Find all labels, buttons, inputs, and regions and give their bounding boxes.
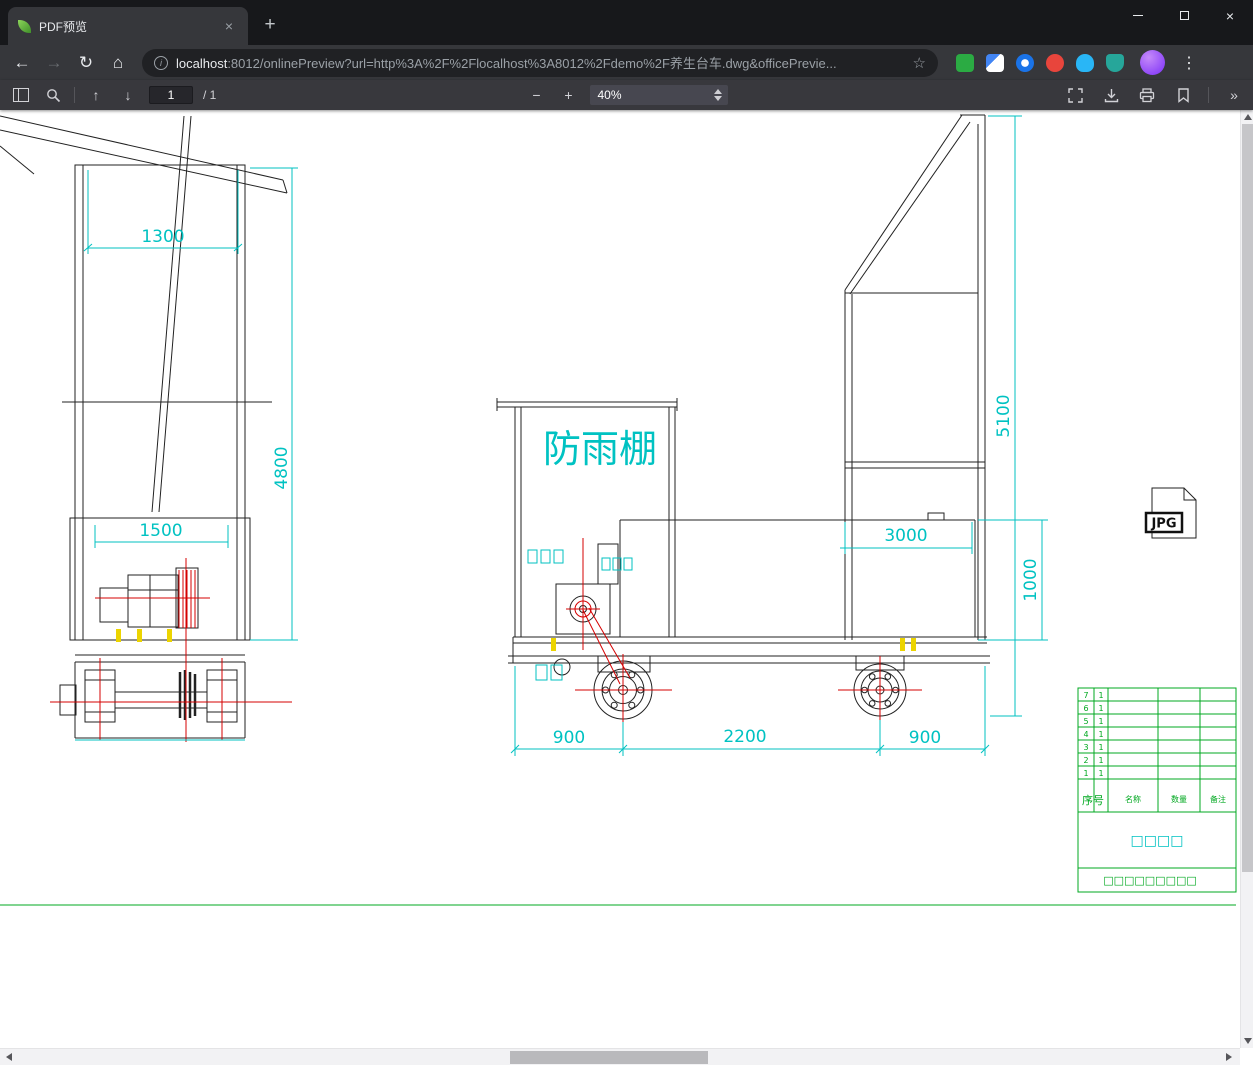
back-icon[interactable]: ←	[8, 49, 36, 77]
canopy-label: 防雨棚	[543, 427, 657, 471]
bom-row-qty: 1	[1098, 743, 1103, 752]
bom-header-remark: 备注	[1210, 794, 1226, 804]
vertical-scrollbar[interactable]	[1240, 110, 1253, 1048]
more-tools-icon[interactable]: »	[1223, 84, 1245, 106]
browser-tab[interactable]: PDF预览 ×	[8, 7, 248, 45]
title-block-bottom-text: □□□□□□□□□	[1103, 874, 1197, 887]
page-number-input[interactable]	[149, 86, 193, 104]
maximize-icon	[1179, 11, 1189, 20]
dim-label-5100: 5100	[994, 394, 1014, 437]
zoom-out-icon[interactable]: −	[526, 84, 548, 106]
bom-row-no: 5	[1083, 717, 1088, 726]
bom-row-no: 1	[1083, 769, 1088, 778]
search-icon[interactable]	[42, 84, 64, 106]
dim-label-1500: 1500	[139, 521, 182, 541]
fullscreen-icon[interactable]	[1064, 84, 1086, 106]
bookmark-star-icon[interactable]: ☆	[913, 54, 926, 72]
scroll-up-arrow[interactable]	[1241, 110, 1253, 124]
scroll-left-arrow[interactable]	[2, 1050, 15, 1064]
bom-row-no: 7	[1083, 691, 1088, 700]
tab-title: PDF预览	[39, 19, 88, 34]
minimize-button[interactable]	[1115, 0, 1161, 31]
sidebar-toggle-icon[interactable]	[10, 84, 32, 106]
url-path: :8012/onlinePreview?url=http%3A%2F%2Floc…	[227, 56, 837, 71]
bom-row-qty: 1	[1098, 691, 1103, 700]
title-block-center-text: □□□□	[1131, 833, 1184, 849]
bom-row-qty: 1	[1098, 730, 1103, 739]
front-view-drawing: 1300 4800 1500	[0, 115, 298, 742]
title-block: 7 6 5 4 3 2 1 1 1 1 1 1 1 1 序号 名称 数量 备注 …	[1077, 687, 1237, 893]
bookmark-icon[interactable]	[1172, 84, 1194, 106]
browser-titlebar: PDF预览 × + ×	[0, 0, 1253, 45]
dim-label-1300: 1300	[141, 227, 184, 247]
browser-menu-icon[interactable]: ⋮	[1177, 53, 1201, 73]
home-icon[interactable]: ⌂	[104, 49, 132, 77]
side-view-drawing: 防雨棚 3000 1000 5100 900 2200 900	[496, 114, 1048, 756]
maximize-button[interactable]	[1161, 0, 1207, 31]
dim-label-900-left: 900	[553, 728, 585, 748]
jpg-icon-label: JPG	[1150, 517, 1176, 532]
dim-label-2200: 2200	[723, 727, 766, 747]
jpg-file-icon: JPG	[1144, 487, 1197, 539]
page-up-icon[interactable]: ↑	[85, 84, 107, 106]
reload-icon[interactable]: ↻	[72, 49, 100, 77]
url-host: localhost	[176, 56, 228, 71]
dim-label-4800: 4800	[272, 446, 292, 489]
download-icon[interactable]	[1100, 84, 1122, 106]
extension-icon-1[interactable]	[956, 53, 974, 72]
new-tab-button[interactable]: +	[258, 14, 282, 36]
bom-row-no: 4	[1083, 730, 1088, 739]
page-down-icon[interactable]: ↓	[117, 84, 139, 106]
bom-row-qty: 1	[1098, 717, 1103, 726]
toolbar-zoom-group: − + 40%	[526, 84, 728, 106]
zoom-in-icon[interactable]: +	[558, 84, 580, 106]
pdf-page-content: 1300 4800 1500 防雨棚 3000 1000 5100 900 22…	[0, 110, 1253, 1079]
toolbar-divider	[74, 87, 75, 103]
url-text: localhost:8012/onlinePreview?url=http%3A…	[176, 53, 905, 72]
bom-row-qty: 1	[1098, 769, 1103, 778]
spring-leaf-favicon	[18, 19, 31, 33]
profile-avatar[interactable]	[1140, 50, 1165, 75]
extension-icon-2[interactable]	[986, 53, 1004, 72]
bom-row-no: 2	[1083, 756, 1088, 765]
dim-label-1000: 1000	[1021, 558, 1041, 601]
toolbar-divider	[1208, 87, 1209, 103]
print-icon[interactable]	[1136, 84, 1158, 106]
extension-icon-5[interactable]	[1076, 53, 1094, 72]
bom-row-no: 3	[1083, 743, 1088, 752]
zoom-level-value: 40%	[597, 88, 622, 102]
url-bar[interactable]: i localhost:8012/onlinePreview?url=http%…	[142, 48, 938, 77]
extension-icon-3[interactable]	[1016, 53, 1034, 72]
scroll-right-arrow[interactable]	[1222, 1050, 1235, 1064]
toolbar-left-group: ↑ ↓ / 1	[0, 84, 216, 106]
bom-header-qty: 数量	[1171, 794, 1187, 804]
bom-row-qty: 1	[1098, 704, 1103, 713]
zoom-level-select[interactable]: 40%	[589, 85, 728, 105]
minimize-icon	[1133, 15, 1143, 16]
extensions-row	[956, 53, 1124, 72]
forward-icon[interactable]: →	[40, 49, 68, 77]
dim-label-900-right: 900	[909, 728, 941, 748]
dim-label-3000: 3000	[884, 526, 927, 546]
vertical-scrollbar-thumb[interactable]	[1242, 124, 1253, 872]
bom-row-no: 6	[1083, 704, 1088, 713]
bom-header-name: 名称	[1125, 794, 1141, 804]
close-button[interactable]: ×	[1207, 0, 1253, 31]
select-spinner-icon	[713, 89, 722, 101]
extension-icon-4[interactable]	[1046, 53, 1064, 72]
bom-header-serial: 序号	[1082, 793, 1104, 807]
tab-close-icon[interactable]: ×	[220, 17, 238, 35]
horizontal-scrollbar-thumb[interactable]	[510, 1051, 708, 1064]
scroll-down-arrow[interactable]	[1241, 1034, 1253, 1048]
cad-drawing-page: 1300 4800 1500 防雨棚 3000 1000 5100 900 22…	[0, 114, 1237, 906]
horizontal-scrollbar[interactable]	[0, 1048, 1240, 1065]
toolbar-right-group: »	[1064, 84, 1245, 106]
browser-navbar: ← → ↻ ⌂ i localhost:8012/onlinePreview?u…	[0, 45, 1253, 80]
page-total-label: / 1	[203, 88, 217, 102]
bom-row-qty: 1	[1098, 756, 1103, 765]
extension-icon-6[interactable]	[1106, 53, 1124, 72]
page-info-icon[interactable]: i	[154, 55, 168, 70]
window-controls: ×	[1115, 0, 1253, 31]
pdf-viewer-toolbar: ↑ ↓ / 1 − + 40% »	[0, 80, 1253, 110]
